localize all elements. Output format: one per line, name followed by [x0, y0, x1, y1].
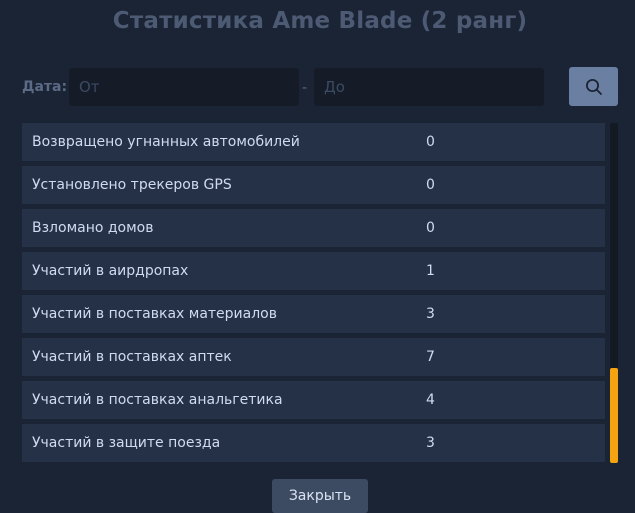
date-label: Дата: [22, 79, 68, 95]
stat-row: Участий в аирдропах 1 [22, 252, 605, 290]
stat-label: Участий в поставках аптек [32, 349, 232, 365]
page-title: Статистика Ame Blade (2 ранг) [112, 8, 528, 34]
stat-row: Возвращено угнанных автомобилей 0 [22, 123, 605, 161]
date-separator: - [302, 80, 308, 96]
stat-value: 7 [426, 349, 435, 365]
stat-label: Взломано домов [32, 220, 154, 236]
stat-row: Участий в поставках материалов 3 [22, 295, 605, 333]
close-button[interactable]: Закрыть [272, 479, 368, 513]
stat-value: 4 [426, 392, 435, 408]
stat-value: 3 [426, 306, 435, 322]
stat-row: Участий в поставках аптек 7 [22, 338, 605, 376]
stat-row: Участий в поставках анальгетика 4 [22, 381, 605, 419]
scrollbar-thumb[interactable] [610, 368, 618, 463]
stat-row: Участий в защите поезда 3 [22, 424, 605, 462]
stat-row: Взломано домов 0 [22, 209, 605, 247]
date-to-input[interactable] [314, 68, 544, 106]
stat-value: 0 [426, 177, 435, 193]
stat-label: Участий в защите поезда [32, 435, 221, 451]
stat-label: Участий в аирдропах [32, 263, 189, 279]
search-icon [585, 78, 602, 95]
stat-label: Возвращено угнанных автомобилей [32, 134, 300, 150]
stats-list[interactable]: Возвращено угнанных автомобилей 0 Устано… [22, 123, 605, 463]
stat-value: 1 [426, 263, 435, 279]
date-from-input[interactable] [69, 68, 299, 106]
stat-value: 3 [426, 435, 435, 451]
stat-value: 0 [426, 220, 435, 236]
search-button[interactable] [569, 67, 618, 106]
stat-value: 0 [426, 134, 435, 150]
stat-label: Участий в поставках материалов [32, 306, 277, 322]
stat-label: Участий в поставках анальгетика [32, 392, 283, 408]
stat-row: Установлено трекеров GPS 0 [22, 166, 605, 204]
stat-label: Установлено трекеров GPS [32, 177, 232, 193]
scrollbar-track[interactable] [610, 123, 618, 463]
